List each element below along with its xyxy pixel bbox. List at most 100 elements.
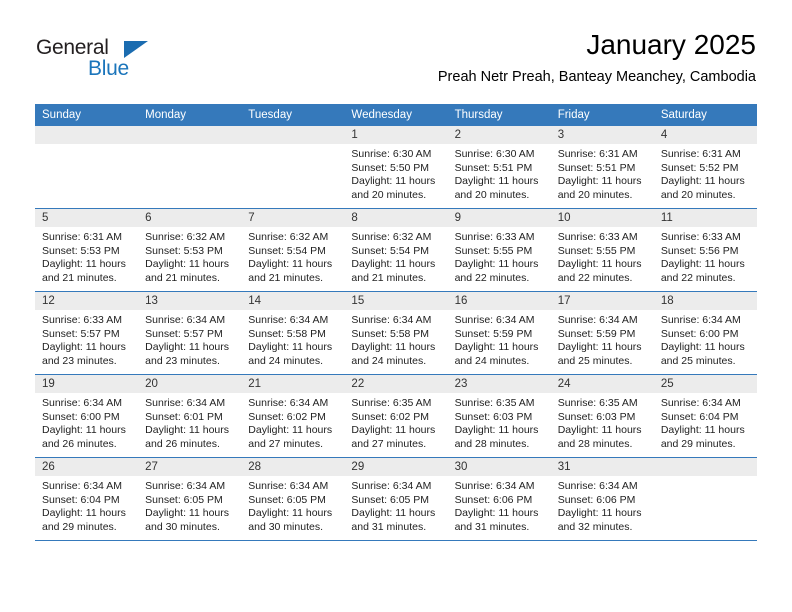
- daylight-text-line1: Daylight: 11 hours: [660, 341, 745, 354]
- daylight-text-line1: Daylight: 11 hours: [145, 424, 229, 437]
- calendar-grid: Sunday Monday Tuesday Wednesday Thursday…: [35, 104, 757, 541]
- day-details: Sunrise: 6:30 AM Sunset: 5:51 PM Daylight:…: [448, 144, 551, 202]
- daylight-text-line1: Daylight: 11 hours: [454, 507, 539, 520]
- logo-text-blue: Blue: [88, 57, 129, 80]
- day-number: 3: [550, 126, 654, 144]
- calendar-day-cell[interactable]: 17 Sunrise: 6:34 AM Sunset: 5:59 PM Dayligh…: [550, 291, 654, 375]
- calendar-day-cell[interactable]: 25 Sunrise: 6:34 AM Sunset: 6:04 PM Dayligh…: [653, 374, 757, 458]
- day-details: Sunrise: 6:32 AM Sunset: 5:53 PM Daylight:…: [138, 227, 241, 285]
- calendar-cell-inner: 19 Sunrise: 6:34 AM Sunset: 6:00 PM Dayligh…: [35, 375, 139, 457]
- sunset-text: Sunset: 6:05 PM: [248, 493, 326, 506]
- daylight-text-line2: and 30 minutes.: [145, 520, 220, 533]
- calendar-day-cell[interactable]: 26 Sunrise: 6:34 AM Sunset: 6:04 PM Dayligh…: [35, 457, 139, 541]
- day-details: Sunrise: 6:31 AM Sunset: 5:53 PM Daylight:…: [35, 227, 138, 285]
- sunrise-text: Sunrise: 6:34 AM: [454, 314, 535, 326]
- calendar-day-cell[interactable]: 11 Sunrise: 6:33 AM Sunset: 5:56 PM Dayligh…: [653, 208, 757, 292]
- page-title: January 2025: [586, 29, 756, 60]
- calendar-day-cell[interactable]: 3 Sunrise: 6:31 AM Sunset: 5:51 PM Daylight…: [550, 126, 654, 209]
- day-number: 17: [550, 292, 654, 310]
- day-number: 24: [550, 375, 654, 393]
- sunset-text: Sunset: 6:06 PM: [454, 493, 533, 506]
- daylight-text-line2: and 24 minutes.: [454, 354, 530, 367]
- day-details: Sunrise: 6:30 AM Sunset: 5:50 PM Daylight:…: [344, 144, 447, 202]
- day-details: Sunrise: 6:35 AM Sunset: 6:02 PM Daylight:…: [344, 393, 447, 451]
- daylight-text-line1: Daylight: 11 hours: [145, 507, 229, 520]
- calendar-day-cell[interactable]: 1 Sunrise: 6:30 AM Sunset: 5:50 PM Daylight…: [344, 126, 448, 209]
- day-number: 19: [35, 375, 139, 393]
- calendar-cell-inner: 25 Sunrise: 6:34 AM Sunset: 6:04 PM Dayligh…: [653, 375, 757, 457]
- sunrise-text: Sunrise: 6:34 AM: [42, 397, 122, 409]
- calendar-cell-inner: 17 Sunrise: 6:34 AM Sunset: 5:59 PM Dayligh…: [550, 292, 654, 374]
- sunrise-text: Sunrise: 6:33 AM: [557, 231, 638, 243]
- calendar-cell-inner: 7 Sunrise: 6:32 AM Sunset: 5:54 PM Daylight…: [241, 209, 345, 291]
- daylight-text-line1: Daylight: 11 hours: [248, 258, 333, 271]
- calendar-day-cell[interactable]: 12 Sunrise: 6:33 AM Sunset: 5:57 PM Dayligh…: [35, 291, 139, 375]
- day-number: 14: [241, 292, 345, 310]
- day-number: 2: [447, 126, 551, 144]
- calendar-day-cell[interactable]: 4 Sunrise: 6:31 AM Sunset: 5:52 PM Daylight…: [653, 126, 757, 209]
- calendar-day-cell[interactable]: 31 Sunrise: 6:34 AM Sunset: 6:06 PM Dayligh…: [550, 457, 654, 541]
- day-number: 26: [35, 458, 139, 476]
- calendar-day-cell[interactable]: 8 Sunrise: 6:32 AM Sunset: 5:54 PM Daylight…: [344, 208, 448, 292]
- sunset-text: Sunset: 5:55 PM: [454, 244, 533, 257]
- calendar-day-cell[interactable]: 16 Sunrise: 6:34 AM Sunset: 5:59 PM Dayligh…: [447, 291, 551, 375]
- calendar-day-cell[interactable]: 20 Sunrise: 6:34 AM Sunset: 6:01 PM Dayligh…: [138, 374, 242, 458]
- sunrise-text: Sunrise: 6:34 AM: [248, 314, 329, 326]
- calendar-week-row: 5 Sunrise: 6:31 AM Sunset: 5:53 PM Daylight…: [35, 208, 757, 292]
- day-details: Sunrise: 6:35 AM Sunset: 6:03 PM Daylight:…: [448, 393, 551, 451]
- day-details: Sunrise: 6:34 AM Sunset: 5:58 PM Daylight:…: [344, 310, 447, 368]
- calendar-day-cell[interactable]: 15 Sunrise: 6:34 AM Sunset: 5:58 PM Dayligh…: [344, 291, 448, 375]
- calendar-day-cell[interactable]: 9 Sunrise: 6:33 AM Sunset: 5:55 PM Daylight…: [447, 208, 551, 292]
- sunset-text: Sunset: 5:57 PM: [42, 327, 120, 340]
- day-details: Sunrise: 6:34 AM Sunset: 5:59 PM Daylight:…: [448, 310, 551, 368]
- day-details: Sunrise: 6:33 AM Sunset: 5:55 PM Daylight:…: [551, 227, 654, 285]
- sunset-text: Sunset: 5:59 PM: [454, 327, 533, 340]
- calendar-cell-inner: 24 Sunrise: 6:35 AM Sunset: 6:03 PM Dayligh…: [550, 375, 654, 457]
- weekday-header-tuesday: Tuesday: [241, 104, 345, 126]
- general-blue-logo[interactable]: General Blue: [36, 36, 166, 84]
- sunrise-text: Sunrise: 6:35 AM: [454, 397, 535, 409]
- sunrise-text: Sunrise: 6:34 AM: [557, 314, 638, 326]
- calendar-day-cell[interactable]: 19 Sunrise: 6:34 AM Sunset: 6:00 PM Dayligh…: [35, 374, 139, 458]
- daylight-text-line2: and 31 minutes.: [351, 520, 427, 533]
- calendar-week-row: 1 Sunrise: 6:30 AM Sunset: 5:50 PM Daylight…: [35, 126, 757, 209]
- calendar-day-cell[interactable]: 29 Sunrise: 6:34 AM Sunset: 6:05 PM Dayligh…: [344, 457, 448, 541]
- calendar-day-cell[interactable]: 22 Sunrise: 6:35 AM Sunset: 6:02 PM Dayligh…: [344, 374, 448, 458]
- calendar-day-cell[interactable]: 21 Sunrise: 6:34 AM Sunset: 6:02 PM Dayligh…: [241, 374, 345, 458]
- calendar-day-cell[interactable]: 7 Sunrise: 6:32 AM Sunset: 5:54 PM Daylight…: [241, 208, 345, 292]
- location-subtitle: Preah Netr Preah, Banteay Meanchey, Camb…: [437, 69, 756, 85]
- daylight-text-line2: and 29 minutes.: [42, 520, 117, 533]
- calendar-day-cell[interactable]: 13 Sunrise: 6:34 AM Sunset: 5:57 PM Dayligh…: [138, 291, 242, 375]
- daylight-text-line1: Daylight: 11 hours: [557, 507, 642, 520]
- calendar-day-cell[interactable]: 2 Sunrise: 6:30 AM Sunset: 5:51 PM Daylight…: [447, 126, 551, 209]
- sunrise-text: Sunrise: 6:31 AM: [557, 148, 638, 160]
- sunset-text: Sunset: 6:01 PM: [145, 410, 223, 423]
- day-number: [35, 126, 139, 144]
- calendar-day-cell[interactable]: 18 Sunrise: 6:34 AM Sunset: 6:00 PM Dayligh…: [653, 291, 757, 375]
- calendar-week-row: 12 Sunrise: 6:33 AM Sunset: 5:57 PM Dayligh…: [35, 291, 757, 375]
- calendar-day-cell[interactable]: 28 Sunrise: 6:34 AM Sunset: 6:05 PM Dayligh…: [241, 457, 345, 541]
- sunrise-text: Sunrise: 6:32 AM: [351, 231, 432, 243]
- calendar-day-cell[interactable]: 5 Sunrise: 6:31 AM Sunset: 5:53 PM Daylight…: [35, 208, 139, 292]
- daylight-text-line2: and 21 minutes.: [351, 271, 427, 284]
- daylight-text-line1: Daylight: 11 hours: [351, 175, 436, 188]
- calendar-day-cell[interactable]: 23 Sunrise: 6:35 AM Sunset: 6:03 PM Dayligh…: [447, 374, 551, 458]
- calendar-day-cell[interactable]: 10 Sunrise: 6:33 AM Sunset: 5:55 PM Dayligh…: [550, 208, 654, 292]
- weekday-header-saturday: Saturday: [653, 104, 757, 126]
- calendar-day-cell[interactable]: 30 Sunrise: 6:34 AM Sunset: 6:06 PM Dayligh…: [447, 457, 551, 541]
- calendar-day-cell[interactable]: 6 Sunrise: 6:32 AM Sunset: 5:53 PM Daylight…: [138, 208, 242, 292]
- calendar-cell-inner: [653, 458, 757, 540]
- calendar-cell-empty: [653, 457, 757, 541]
- sunset-text: Sunset: 5:59 PM: [557, 327, 636, 340]
- day-details: Sunrise: 6:34 AM Sunset: 6:04 PM Daylight:…: [35, 476, 138, 534]
- calendar-day-cell[interactable]: 14 Sunrise: 6:34 AM Sunset: 5:58 PM Dayligh…: [241, 291, 345, 375]
- daylight-text-line1: Daylight: 11 hours: [42, 507, 126, 520]
- day-number: 7: [241, 209, 345, 227]
- sunrise-text: Sunrise: 6:34 AM: [454, 480, 535, 492]
- sunset-text: Sunset: 5:55 PM: [557, 244, 636, 257]
- day-details: Sunrise: 6:34 AM Sunset: 5:57 PM Daylight:…: [138, 310, 241, 368]
- calendar-day-cell[interactable]: 24 Sunrise: 6:35 AM Sunset: 6:03 PM Dayligh…: [550, 374, 654, 458]
- calendar-day-cell[interactable]: 27 Sunrise: 6:34 AM Sunset: 6:05 PM Dayligh…: [138, 457, 242, 541]
- daylight-text-line2: and 20 minutes.: [351, 188, 427, 201]
- calendar-cell-inner: 15 Sunrise: 6:34 AM Sunset: 5:58 PM Dayligh…: [344, 292, 448, 374]
